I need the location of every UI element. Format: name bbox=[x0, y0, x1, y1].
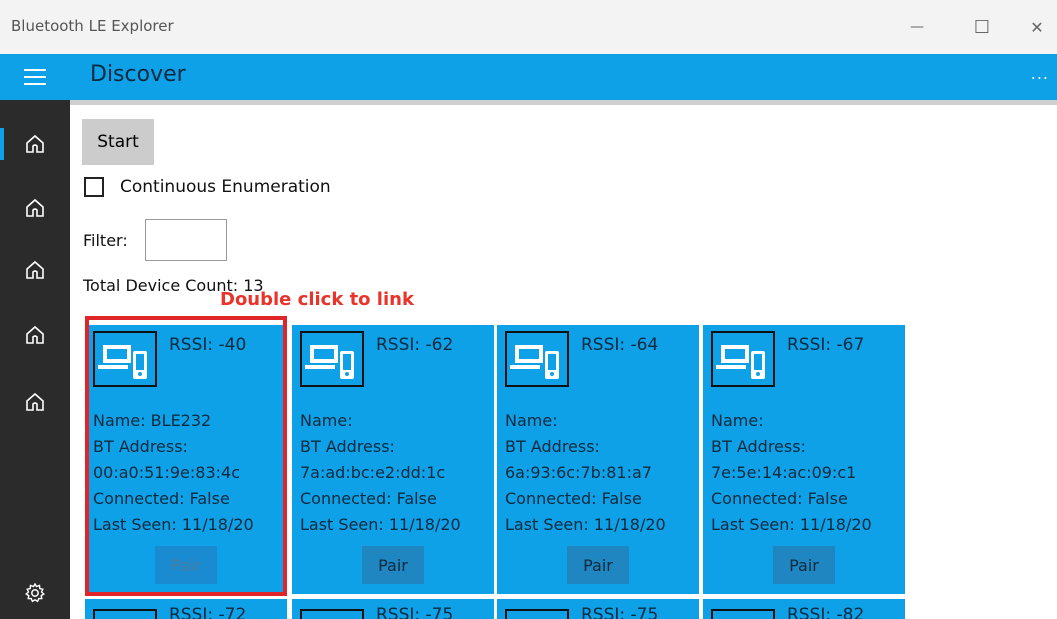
rssi-value: RSSI: -64 bbox=[581, 335, 659, 355]
bt-address-label: BT Address: bbox=[505, 437, 600, 456]
home-icon bbox=[26, 325, 44, 344]
minimize-icon: — bbox=[910, 19, 924, 35]
more-options-icon[interactable]: ... bbox=[1031, 64, 1049, 83]
bt-address-value: 7a:ad:bc:e2:dd:1c bbox=[300, 463, 446, 482]
filter-input[interactable] bbox=[145, 219, 227, 261]
rssi-value: RSSI: -40 bbox=[169, 335, 247, 355]
computer-phone-icon bbox=[711, 609, 775, 619]
gear-icon bbox=[25, 582, 45, 603]
rssi-value: RSSI: -82 bbox=[787, 605, 865, 619]
nav-item-3[interactable] bbox=[0, 246, 70, 294]
title-bar: Bluetooth LE Explorer — ☐ ✕ bbox=[0, 0, 1057, 54]
computer-phone-icon bbox=[300, 609, 364, 619]
bt-address-value: 7e:5e:14:ac:09:c1 bbox=[711, 463, 857, 482]
last-seen: Last Seen: 11/18/20 bbox=[93, 515, 254, 534]
device-card[interactable]: RSSI: -67 Name: BT Address: 7e:5e:14:ac:… bbox=[703, 325, 905, 594]
hamburger-menu-icon[interactable] bbox=[24, 69, 46, 85]
app-title: Bluetooth LE Explorer bbox=[11, 17, 174, 35]
pair-button[interactable]: Pair bbox=[362, 546, 424, 584]
settings-button[interactable] bbox=[0, 567, 70, 619]
computer-phone-icon bbox=[505, 331, 569, 387]
nav-item-2[interactable] bbox=[0, 184, 70, 232]
app-header: Discover ... bbox=[0, 54, 1057, 100]
minimize-button[interactable]: — bbox=[897, 10, 937, 44]
rssi-value: RSSI: -72 bbox=[169, 605, 247, 619]
nav-item-5[interactable] bbox=[0, 378, 70, 426]
page-title: Discover bbox=[90, 62, 186, 87]
device-name: Name: bbox=[505, 411, 558, 430]
continuous-enumeration-checkbox[interactable] bbox=[84, 177, 104, 197]
device-card[interactable]: RSSI: -75 bbox=[292, 599, 494, 619]
device-card[interactable]: RSSI: -62 Name: BT Address: 7a:ad:bc:e2:… bbox=[292, 325, 494, 594]
last-seen: Last Seen: 11/18/20 bbox=[300, 515, 461, 534]
maximize-button[interactable]: ☐ bbox=[962, 10, 1002, 44]
home-icon bbox=[26, 134, 44, 153]
last-seen: Last Seen: 11/18/20 bbox=[505, 515, 666, 534]
connected-status: Connected: False bbox=[711, 489, 848, 508]
pair-button[interactable]: Pair bbox=[773, 546, 835, 584]
bt-address-label: BT Address: bbox=[300, 437, 395, 456]
device-card[interactable]: RSSI: -75 bbox=[497, 599, 699, 619]
last-seen: Last Seen: 11/18/20 bbox=[711, 515, 872, 534]
computer-phone-icon bbox=[93, 609, 157, 619]
computer-phone-icon bbox=[711, 331, 775, 387]
device-name: Name: bbox=[711, 411, 764, 430]
filter-label: Filter: bbox=[83, 231, 128, 250]
rssi-value: RSSI: -75 bbox=[581, 605, 659, 619]
bt-address-label: BT Address: bbox=[711, 437, 806, 456]
pair-button[interactable]: Pair bbox=[567, 546, 629, 584]
home-icon bbox=[26, 260, 44, 279]
bt-address-value: 00:a0:51:9e:83:4c bbox=[93, 463, 241, 482]
home-icon bbox=[26, 198, 44, 217]
maximize-icon: ☐ bbox=[973, 16, 991, 38]
computer-phone-icon bbox=[505, 609, 569, 619]
close-button[interactable]: ✕ bbox=[1017, 10, 1057, 44]
connected-status: Connected: False bbox=[93, 489, 230, 508]
device-card[interactable]: RSSI: -64 Name: BT Address: 6a:93:6c:7b:… bbox=[497, 325, 699, 594]
pair-button[interactable]: Pair bbox=[155, 546, 217, 584]
computer-phone-icon bbox=[300, 331, 364, 387]
device-name: Name: BLE232 bbox=[93, 411, 212, 430]
connected-status: Connected: False bbox=[505, 489, 642, 508]
rssi-value: RSSI: -75 bbox=[376, 605, 454, 619]
rssi-value: RSSI: -67 bbox=[787, 335, 865, 355]
double-click-annotation: Double click to link bbox=[220, 289, 414, 310]
bt-address-value: 6a:93:6c:7b:81:a7 bbox=[505, 463, 652, 482]
start-button[interactable]: Start bbox=[82, 119, 154, 165]
device-card[interactable]: RSSI: -82 bbox=[703, 599, 905, 619]
rssi-value: RSSI: -62 bbox=[376, 335, 454, 355]
device-card[interactable]: RSSI: -72 bbox=[85, 599, 287, 619]
home-icon bbox=[26, 392, 44, 411]
device-name: Name: bbox=[300, 411, 353, 430]
sidebar bbox=[0, 100, 70, 619]
connected-status: Connected: False bbox=[300, 489, 437, 508]
nav-item-1[interactable] bbox=[0, 120, 70, 168]
bt-address-label: BT Address: bbox=[93, 437, 188, 456]
computer-phone-icon bbox=[93, 331, 157, 387]
nav-item-4[interactable] bbox=[0, 311, 70, 359]
continuous-enumeration-label: Continuous Enumeration bbox=[120, 177, 331, 197]
device-card[interactable]: RSSI: -40 Name: BLE232 BT Address: 00:a0… bbox=[85, 325, 287, 594]
close-icon: ✕ bbox=[1030, 17, 1044, 37]
